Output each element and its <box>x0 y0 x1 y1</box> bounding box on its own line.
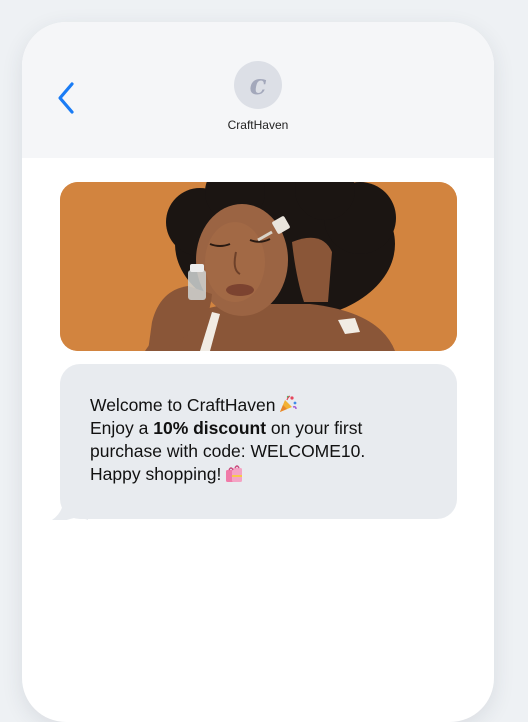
message-line-2: Enjoy a 10% discount on your first <box>90 417 440 440</box>
promo-image-bubble[interactable] <box>60 182 457 351</box>
chat-header: c CraftHaven <box>22 22 494 158</box>
phone-frame: c CraftHaven Welcome to CraftHaven Enjoy… <box>22 22 494 722</box>
avatar-letter: c <box>249 68 267 101</box>
message-line-2-start: Enjoy a <box>90 418 154 438</box>
shopping-bags-icon <box>226 465 243 482</box>
promo-photo <box>60 182 457 351</box>
back-button[interactable] <box>52 78 80 118</box>
chevron-left-icon <box>58 82 74 114</box>
message-signoff: Happy shopping! <box>90 464 222 484</box>
message-text: Welcome to CraftHaven Enjoy a 10% discou… <box>90 394 440 486</box>
message-line-1: Welcome to CraftHaven <box>90 394 440 417</box>
discount-highlight: 10% discount <box>153 418 267 438</box>
message-line-4: Happy shopping! <box>90 463 440 486</box>
avatar[interactable]: c <box>234 61 282 109</box>
message-greeting: Welcome to CraftHaven <box>90 395 276 415</box>
message-line-3: purchase with code: WELCOME10. <box>90 441 366 461</box>
party-popper-icon <box>280 395 298 412</box>
message-bubble[interactable]: Welcome to CraftHaven Enjoy a 10% discou… <box>60 364 457 519</box>
contact-name[interactable]: CraftHaven <box>158 118 358 132</box>
message-line-2-end: on your first <box>266 418 363 438</box>
